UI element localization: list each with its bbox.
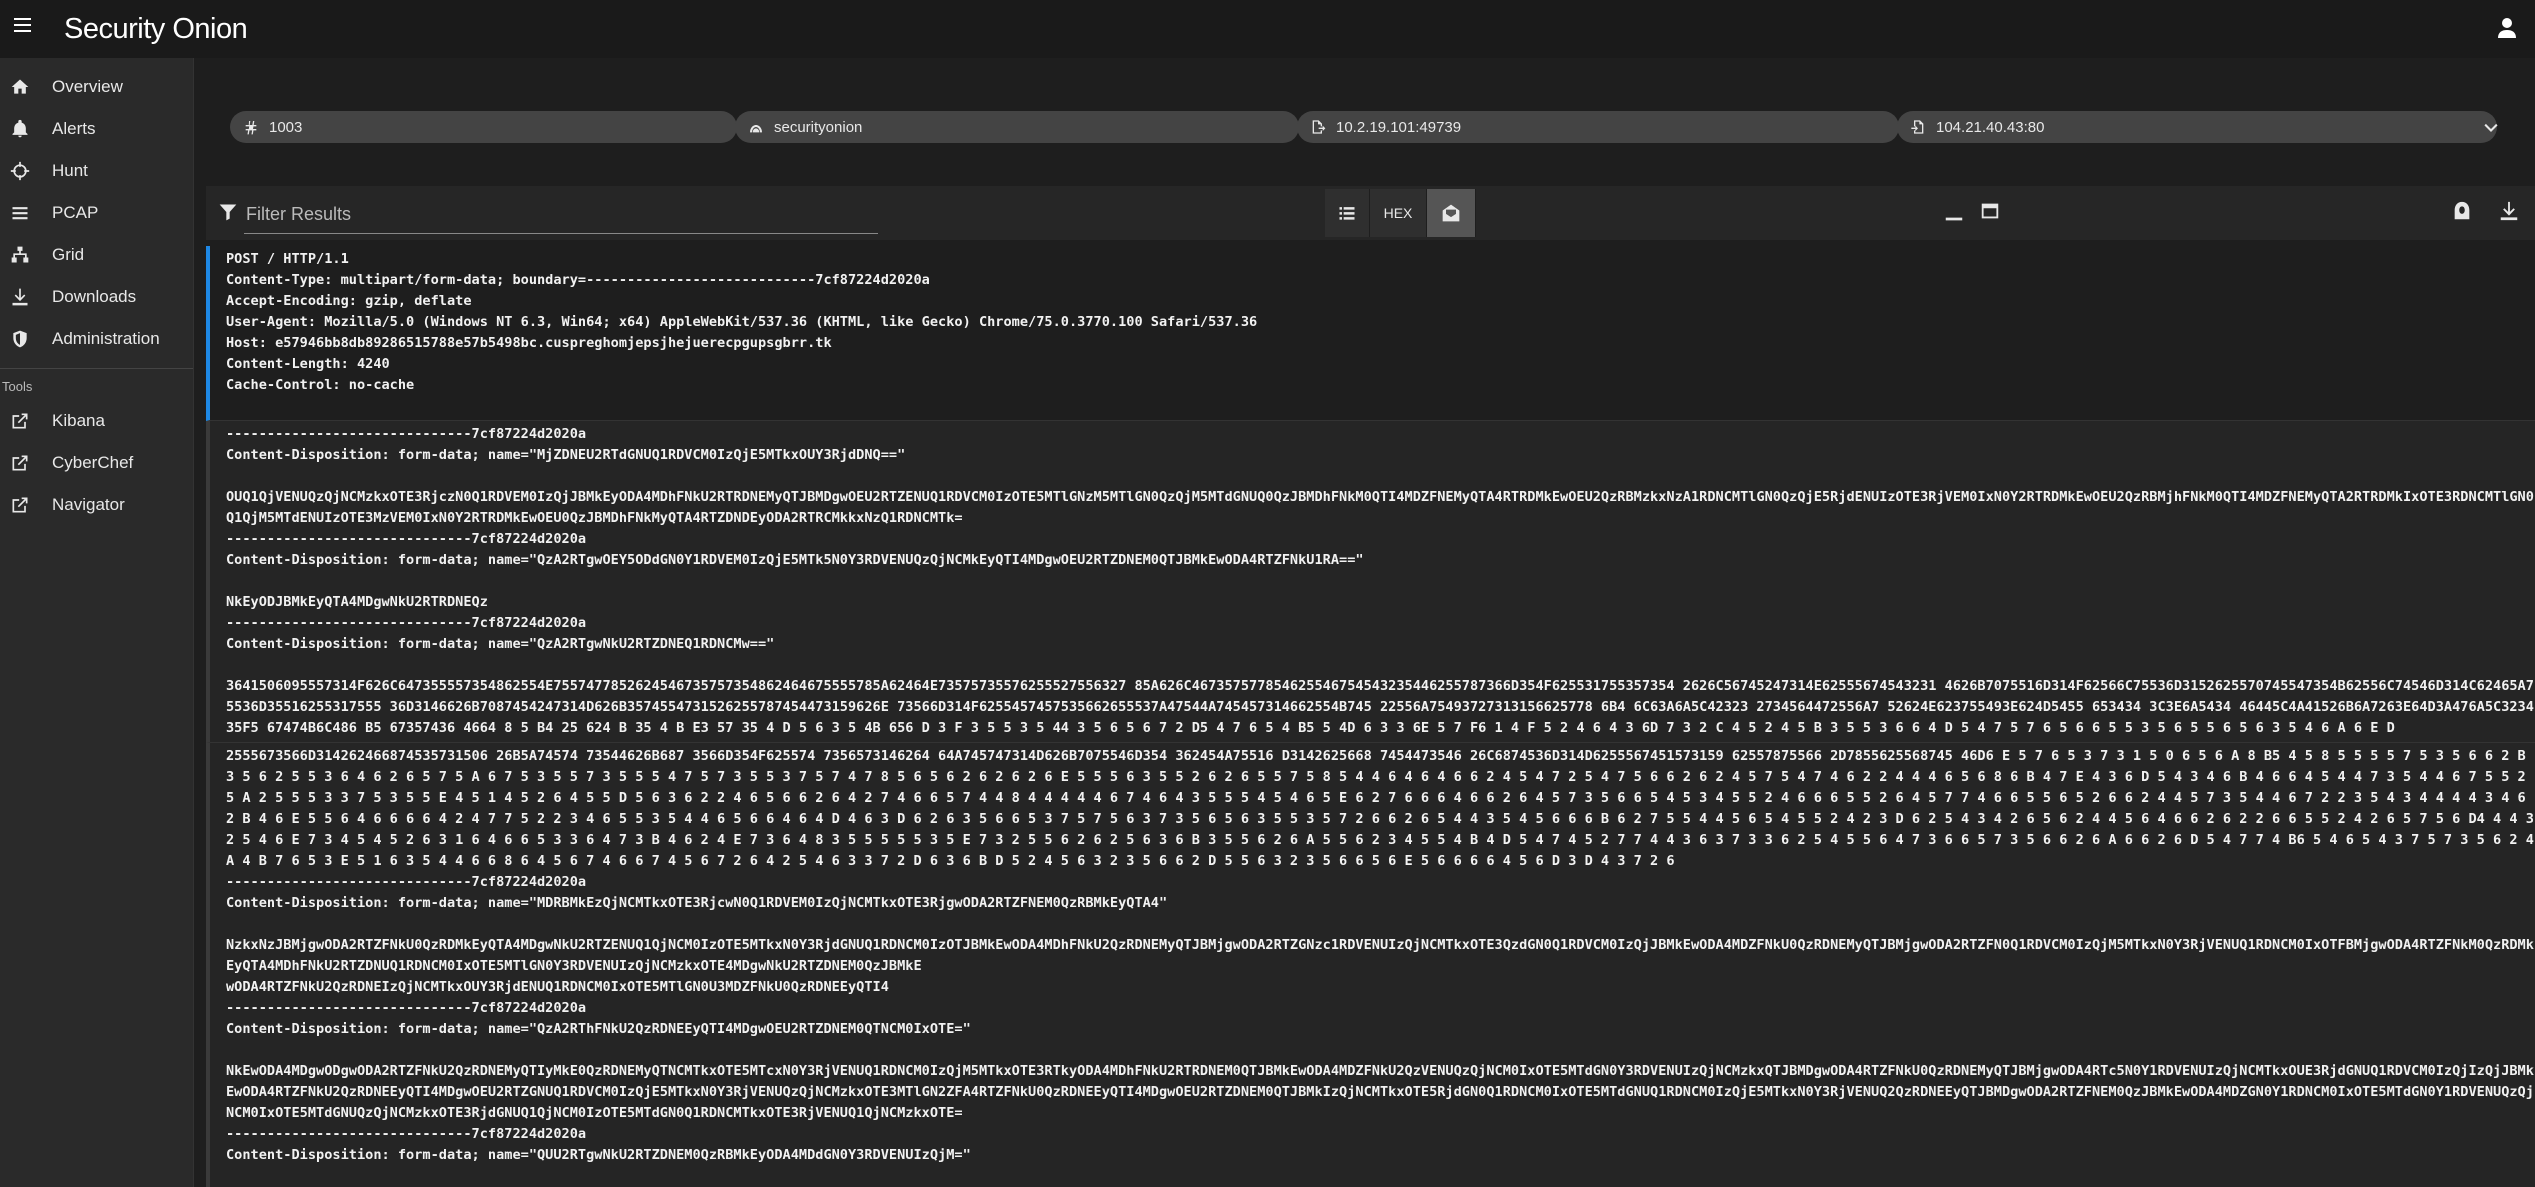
file-import-icon (1911, 120, 1924, 134)
chevron-down-icon[interactable] (2481, 118, 2501, 138)
sensor-icon (750, 125, 762, 133)
sidebar-item-label: Alerts (52, 119, 96, 138)
destination-chip[interactable]: 104.21.40.43:80 (1897, 111, 2497, 143)
crosshairs-icon (10, 161, 30, 181)
filter-results-input[interactable] (244, 195, 878, 234)
sidebar-item-label: Hunt (52, 161, 88, 180)
sensor-chip-label: securityonion (774, 118, 863, 136)
sidebar-item-downloads[interactable]: Downloads (0, 276, 193, 318)
main-content: 1003 securityonion 10.2.19.101:49739 104… (194, 58, 2535, 1187)
sidebar-item-label: Navigator (52, 495, 125, 514)
packet-text: 2555673566D314262466874535731506 26B5A74… (226, 748, 2534, 1163)
bell-icon (12, 119, 28, 138)
sidebar-item-navigator[interactable]: Navigator (0, 484, 193, 526)
session-chips: 1003 securityonion 10.2.19.101:49739 104… (230, 111, 2497, 143)
shield-icon (13, 330, 27, 348)
sidebar-item-pcap[interactable]: PCAP (0, 192, 193, 234)
sidebar-item-label: PCAP (52, 203, 99, 222)
unwrapped-view-button[interactable] (1427, 189, 1476, 237)
sidebar-item-cyberchef[interactable]: CyberChef (0, 442, 193, 484)
collapse-icon[interactable] (1943, 202, 1965, 224)
hex-view-button[interactable]: HEX (1370, 189, 1427, 237)
sitemap-icon (11, 246, 29, 263)
sidebar: Overview Alerts Hunt PCAP Grid Downloads… (0, 58, 194, 1187)
sidebar-item-hunt[interactable]: Hunt (0, 150, 193, 192)
hashtag-icon (245, 121, 257, 135)
sidebar-item-grid[interactable]: Grid (0, 234, 193, 276)
external-link-icon (12, 455, 28, 471)
sidebar-item-label: Downloads (52, 287, 137, 306)
download-pcap-icon[interactable] (2498, 200, 2520, 222)
top-app-bar: Security Onion (0, 0, 2535, 58)
file-export-icon (1312, 120, 1326, 134)
packet-row: 2555673566D314262466874535731506 26B5A74… (206, 743, 2535, 1187)
id-chip-label: 1003 (269, 118, 303, 136)
packet-row: ------------------------------7cf87224d2… (206, 421, 2535, 743)
packet-text: ------------------------------7cf87224d2… (226, 426, 2534, 736)
bars-icon (12, 207, 28, 220)
source-chip-label: 10.2.19.101:49739 (1336, 118, 1462, 136)
view-mode-toggle: HEX (1325, 189, 1476, 237)
source-chip[interactable]: 10.2.19.101:49739 (1297, 111, 1899, 143)
packets-view-button[interactable] (1325, 189, 1370, 237)
sidebar-item-alerts[interactable]: Alerts (0, 108, 193, 150)
sidebar-item-label: Kibana (52, 411, 105, 430)
hooded-figure-icon[interactable] (2451, 200, 2473, 222)
sidebar-item-kibana[interactable]: Kibana (0, 400, 193, 442)
external-link-icon (12, 413, 28, 429)
external-link-icon (12, 497, 28, 513)
envelope-open-icon (1442, 204, 1460, 222)
sidebar-item-label: Grid (52, 245, 85, 264)
expand-window-icon[interactable] (1979, 200, 2001, 222)
packet-content: POST / HTTP/1.1 Content-Type: multipart/… (206, 246, 2535, 1187)
sensor-chip[interactable]: securityonion (735, 111, 1299, 143)
user-icon[interactable] (2495, 16, 2519, 40)
sidebar-item-administration[interactable]: Administration (0, 318, 193, 360)
sidebar-item-label: CyberChef (52, 453, 134, 472)
filter-icon (219, 204, 237, 221)
id-chip[interactable]: 1003 (230, 111, 737, 143)
sidebar-item-label: Administration (52, 329, 160, 348)
app-logo: Security Onion (64, 13, 248, 45)
tools-section-label: Tools (2, 379, 33, 394)
sidebar-item-overview[interactable]: Overview (0, 66, 193, 108)
sidebar-item-label: Overview (52, 77, 123, 96)
packet-toolbar: HEX (206, 186, 2535, 240)
hamburger-menu-icon[interactable] (14, 18, 31, 32)
destination-chip-label: 104.21.40.43:80 (1936, 118, 2045, 136)
packet-row: POST / HTTP/1.1 Content-Type: multipart/… (206, 246, 2535, 421)
packet-text: POST / HTTP/1.1 Content-Type: multipart/… (226, 251, 1258, 393)
home-icon (11, 79, 29, 94)
list-icon (1339, 207, 1355, 220)
download-icon (12, 288, 28, 306)
